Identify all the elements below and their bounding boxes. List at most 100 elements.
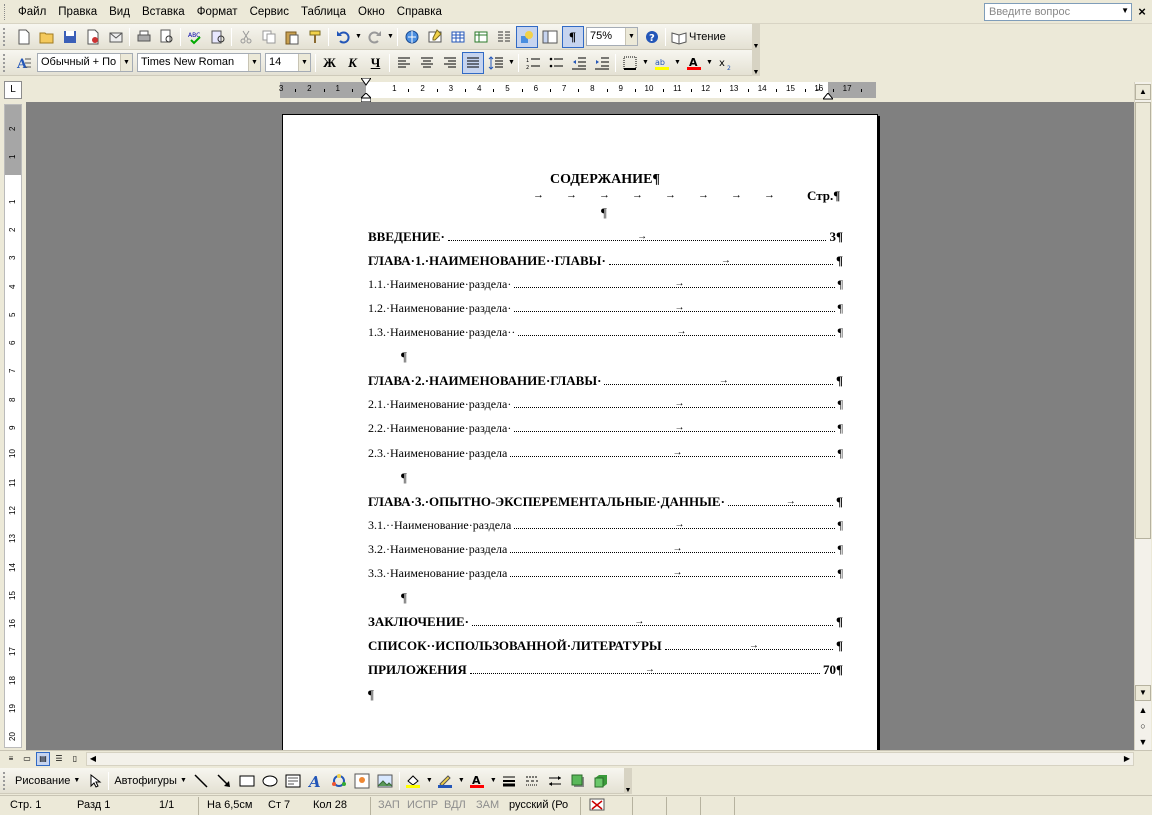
undo-dropdown[interactable]: ▼ [354, 26, 363, 48]
menu-view[interactable]: Вид [103, 3, 136, 21]
web-view-icon[interactable]: ▭ [20, 752, 34, 766]
text-box-button[interactable] [282, 770, 304, 792]
font-size-dropdown-icon[interactable]: ▼ [298, 54, 310, 71]
font-dropdown-icon[interactable]: ▼ [248, 54, 260, 71]
menu-help[interactable]: Справка [391, 3, 448, 21]
rectangle-tool-button[interactable] [236, 770, 258, 792]
research-button[interactable] [207, 26, 229, 48]
first-line-indent-marker[interactable] [361, 78, 371, 86]
menu-format[interactable]: Формат [191, 3, 244, 21]
email-button[interactable] [105, 26, 127, 48]
toc-title[interactable]: СОДЕРЖАНИЕ¶ [550, 172, 660, 188]
columns-button[interactable] [493, 26, 515, 48]
right-indent-marker[interactable] [823, 93, 833, 100]
tab-selector-button[interactable]: L [4, 81, 22, 99]
toc-entry[interactable]: ЗАКЛЮЧЕНИЕ· → ¶ [368, 614, 843, 630]
zoom-combo[interactable]: 75% ▼ [586, 27, 638, 46]
save-button[interactable] [59, 26, 81, 48]
borders-button[interactable] [619, 52, 641, 74]
tables-borders-button[interactable] [424, 26, 446, 48]
spelling-button[interactable]: ABC [184, 26, 206, 48]
right-tab-stop-marker[interactable]: ┘ [816, 85, 823, 96]
previous-page-icon[interactable]: ▲ [1135, 702, 1151, 718]
increase-indent-button[interactable] [591, 52, 613, 74]
bold-button[interactable]: Ж [319, 52, 341, 74]
highlight-button[interactable]: ab [651, 52, 673, 74]
open-button[interactable] [36, 26, 58, 48]
draw-font-color-dropdown[interactable]: ▼ [489, 770, 498, 792]
print-button[interactable] [133, 26, 155, 48]
horizontal-scrollbar[interactable]: ◀ ▶ [86, 752, 1134, 766]
underline-button[interactable]: Ч [365, 52, 387, 74]
italic-button[interactable]: К [342, 52, 364, 74]
toc-entry[interactable]: ГЛАВА·2.·НАИМЕНОВАНИЕ·ГЛАВЫ· → ¶ [368, 373, 843, 389]
normal-view-icon[interactable]: ≡ [4, 752, 18, 766]
insert-excel-button[interactable] [470, 26, 492, 48]
insert-picture-button[interactable] [374, 770, 396, 792]
scroll-right-button[interactable]: ▶ [1121, 753, 1133, 765]
style-dropdown-icon[interactable]: ▼ [120, 54, 132, 71]
justify-button[interactable] [461, 51, 484, 74]
menu-window[interactable]: Окно [352, 3, 391, 21]
oval-tool-button[interactable] [259, 770, 281, 792]
ask-question-input[interactable]: Введите вопрос ▼ [984, 3, 1132, 21]
document-map-button[interactable] [539, 26, 561, 48]
toolbar-grip[interactable] [3, 53, 9, 72]
reading-mode-button[interactable]: Чтение [668, 26, 729, 48]
toolbar-grip[interactable] [3, 771, 9, 790]
show-hide-marks-button[interactable]: ¶ [561, 25, 584, 48]
clip-art-button[interactable] [351, 770, 373, 792]
toolbar-options-icon[interactable]: ▼ [624, 767, 632, 794]
fill-color-dropdown[interactable]: ▼ [425, 770, 434, 792]
align-left-button[interactable] [393, 52, 415, 74]
undo-button[interactable] [332, 26, 354, 48]
outline-view-icon[interactable]: ☰ [52, 752, 66, 766]
align-right-button[interactable] [439, 52, 461, 74]
status-record-macro[interactable]: ЗАП [378, 799, 400, 811]
page-column-header[interactable]: Стр.¶ [807, 188, 840, 204]
redo-button[interactable] [364, 26, 386, 48]
toolbar-options-icon[interactable]: ▼ [752, 49, 760, 76]
drawing-menu-button[interactable]: Рисование ▼ [12, 770, 83, 792]
close-document-button[interactable]: × [1134, 3, 1150, 21]
toc-entry[interactable]: 2.3.·Наименование·раздела → ¶ [368, 446, 843, 462]
line-color-dropdown[interactable]: ▼ [457, 770, 466, 792]
menu-insert[interactable]: Вставка [136, 3, 191, 21]
line-spacing-button[interactable] [485, 52, 507, 74]
scroll-down-button[interactable]: ▼ [1135, 685, 1151, 701]
toc-entry[interactable]: ГЛАВА·3.·ОПЫТНО-ЭКСПЕРЕМЕНТАЛЬНЫЕ·ДАННЫЕ… [368, 494, 843, 510]
toolbar-options-icon[interactable]: ▼ [752, 23, 760, 50]
redo-dropdown[interactable]: ▼ [386, 26, 395, 48]
arrow-style-button[interactable] [544, 770, 566, 792]
scroll-up-button[interactable]: ▲ [1135, 84, 1151, 100]
reading-view-icon[interactable]: ▯ [68, 752, 82, 766]
decrease-indent-button[interactable] [568, 52, 590, 74]
arrow-tool-button[interactable] [213, 770, 235, 792]
bullets-button[interactable] [545, 52, 567, 74]
print-preview-button[interactable] [156, 26, 178, 48]
dash-style-button[interactable] [521, 770, 543, 792]
status-extend-selection[interactable]: ВДЛ [444, 799, 466, 811]
zoom-dropdown-icon[interactable]: ▼ [625, 28, 637, 45]
document-page[interactable]: СОДЕРЖАНИЕ¶ → → → → → → → → Стр.¶ ¶ ВВЕДЕНИЕ· → 3… [282, 114, 878, 750]
wordart-button[interactable]: A [305, 770, 327, 792]
font-color-dropdown[interactable]: ▼ [705, 52, 714, 74]
styles-pane-button[interactable]: A [13, 52, 35, 74]
line-tool-button[interactable] [190, 770, 212, 792]
toc-entry[interactable]: 1.2.·Наименование·раздела· → ¶ [368, 301, 843, 317]
font-combo[interactable]: Times New Roman ▼ [137, 53, 261, 72]
toc-entry[interactable]: ВВЕДЕНИЕ· → 3¶ [368, 229, 843, 245]
cut-button[interactable] [235, 26, 257, 48]
font-color-button[interactable]: A [683, 52, 705, 74]
shadow-style-button[interactable] [567, 770, 589, 792]
status-overtype[interactable]: ЗАМ [476, 799, 499, 811]
scroll-left-button[interactable]: ◀ [87, 753, 99, 765]
help-button[interactable]: ? [641, 26, 663, 48]
fill-color-button[interactable] [402, 770, 424, 792]
toc-entry[interactable]: 3.2.·Наименование·раздела → ¶ [368, 542, 843, 558]
format-painter-button[interactable] [304, 26, 326, 48]
select-objects-button[interactable] [84, 770, 106, 792]
toolbar-grip[interactable] [3, 27, 9, 46]
font-size-combo[interactable]: 14 ▼ [265, 53, 311, 72]
borders-dropdown[interactable]: ▼ [641, 52, 650, 74]
